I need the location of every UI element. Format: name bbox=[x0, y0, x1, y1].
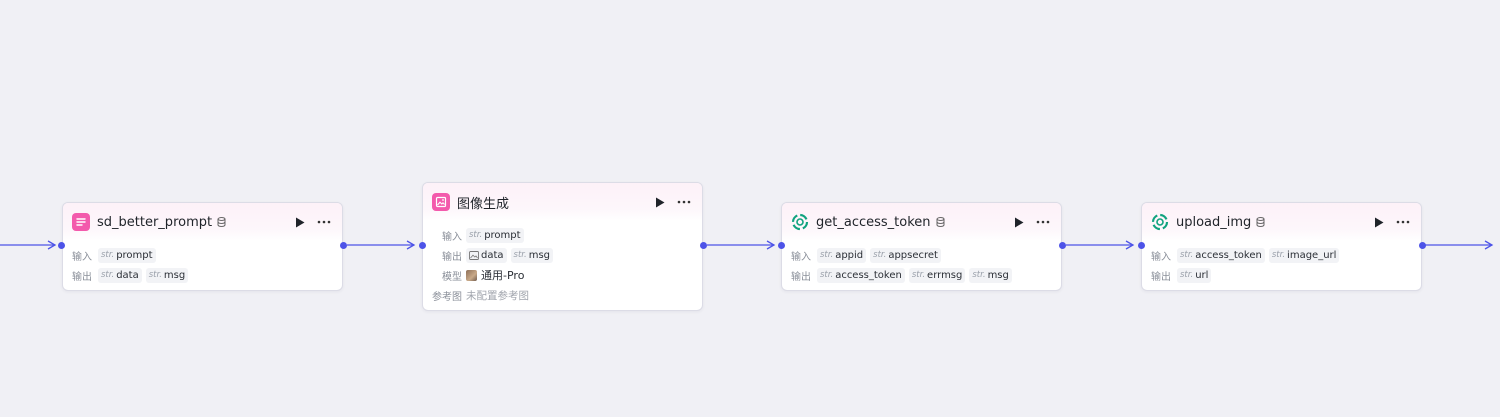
node-image-generation[interactable]: 图像生成 输入 str. prompt 输出 data str. msg 模型 通用… bbox=[422, 182, 703, 311]
model-avatar bbox=[466, 269, 477, 281]
input-port[interactable] bbox=[1137, 241, 1145, 249]
node-title: upload_img bbox=[1176, 214, 1252, 230]
output-param: str. msg bbox=[510, 247, 554, 263]
output-param: data bbox=[466, 247, 507, 263]
chatgpt-icon bbox=[791, 213, 809, 231]
output-param: str. data bbox=[98, 267, 142, 283]
list-icon bbox=[72, 213, 90, 231]
input-param: str. image_url bbox=[1268, 247, 1340, 263]
outputs-label: 输出 bbox=[791, 271, 811, 283]
node-upload-img[interactable]: upload_img 输入 str. access_token str. image… bbox=[1141, 202, 1422, 291]
chatgpt-icon bbox=[1151, 213, 1169, 231]
input-port[interactable] bbox=[777, 241, 785, 249]
outputs-row: 输出 str. data str. msg bbox=[72, 265, 333, 285]
output-param: str. msg bbox=[969, 267, 1012, 283]
inputs-label: 输入 bbox=[791, 251, 811, 263]
image-gen-icon bbox=[432, 193, 450, 211]
outputs-label: 输出 bbox=[1151, 271, 1171, 283]
node-sd-better-prompt[interactable]: sd_better_prompt 输入 str. prompt 输出 str. da… bbox=[62, 202, 343, 291]
inputs-row: 输入 str. appid str. appsecret bbox=[791, 245, 1052, 265]
run-button[interactable] bbox=[653, 195, 667, 209]
node-header[interactable]: sd_better_prompt bbox=[63, 203, 342, 241]
inputs-row: 输入 str. access_token str. image_url bbox=[1151, 245, 1412, 265]
output-param: str. access_token bbox=[817, 267, 905, 283]
run-button[interactable] bbox=[1372, 215, 1386, 229]
inputs-label: 输入 bbox=[1151, 251, 1171, 263]
run-button[interactable] bbox=[293, 215, 307, 229]
outputs-label: 输出 bbox=[442, 251, 462, 263]
input-param: str. appid bbox=[817, 247, 867, 263]
input-port[interactable] bbox=[58, 241, 65, 249]
node-header[interactable]: get_access_token bbox=[782, 203, 1061, 241]
database-icon bbox=[936, 216, 946, 228]
reference-label: 参考图 bbox=[432, 291, 462, 303]
database-icon bbox=[1256, 216, 1266, 228]
more-options-button[interactable] bbox=[1394, 215, 1412, 229]
inputs-row: 输入 str. prompt bbox=[432, 225, 693, 245]
model-label: 模型 bbox=[442, 271, 462, 283]
more-options-button[interactable] bbox=[315, 215, 333, 229]
input-param: str. prompt bbox=[466, 227, 524, 243]
run-button[interactable] bbox=[1012, 215, 1026, 229]
input-param: str. appsecret bbox=[870, 247, 941, 263]
outputs-row: 输出 str. access_token str. errmsg str. msg bbox=[791, 265, 1052, 285]
input-param: str. access_token bbox=[1177, 247, 1265, 263]
node-title: sd_better_prompt bbox=[97, 214, 213, 230]
node-header[interactable]: 图像生成 bbox=[423, 183, 702, 221]
more-options-button[interactable] bbox=[1034, 215, 1052, 229]
output-port[interactable] bbox=[699, 241, 707, 249]
node-title: 图像生成 bbox=[457, 196, 510, 212]
node-title: get_access_token bbox=[816, 214, 931, 230]
node-header[interactable]: upload_img bbox=[1142, 203, 1421, 241]
input-param: str. prompt bbox=[98, 247, 156, 263]
inputs-label: 输入 bbox=[72, 251, 92, 263]
outputs-label: 输出 bbox=[72, 271, 92, 283]
database-icon bbox=[217, 216, 227, 228]
output-param: str. msg bbox=[145, 267, 189, 283]
outputs-row: 输出 str. url bbox=[1151, 265, 1412, 285]
model-value: 通用-Pro bbox=[466, 267, 524, 283]
output-port[interactable] bbox=[339, 241, 347, 249]
inputs-label: 输入 bbox=[442, 231, 462, 243]
output-port[interactable] bbox=[1058, 241, 1066, 249]
reference-row: 参考图 未配置参考图 bbox=[432, 285, 693, 305]
model-row: 模型 通用-Pro bbox=[432, 265, 693, 285]
reference-value: 未配置参考图 bbox=[466, 289, 529, 302]
input-port[interactable] bbox=[418, 241, 426, 249]
output-port[interactable] bbox=[1418, 241, 1426, 249]
image-type-icon bbox=[469, 250, 479, 260]
outputs-row: 输出 data str. msg bbox=[432, 245, 693, 265]
output-param: str. url bbox=[1177, 267, 1212, 283]
output-param: str. errmsg bbox=[908, 267, 966, 283]
node-get-access-token[interactable]: get_access_token 输入 str. appid str. appsec… bbox=[781, 202, 1062, 291]
inputs-row: 输入 str. prompt bbox=[72, 245, 333, 265]
more-options-button[interactable] bbox=[675, 195, 693, 209]
